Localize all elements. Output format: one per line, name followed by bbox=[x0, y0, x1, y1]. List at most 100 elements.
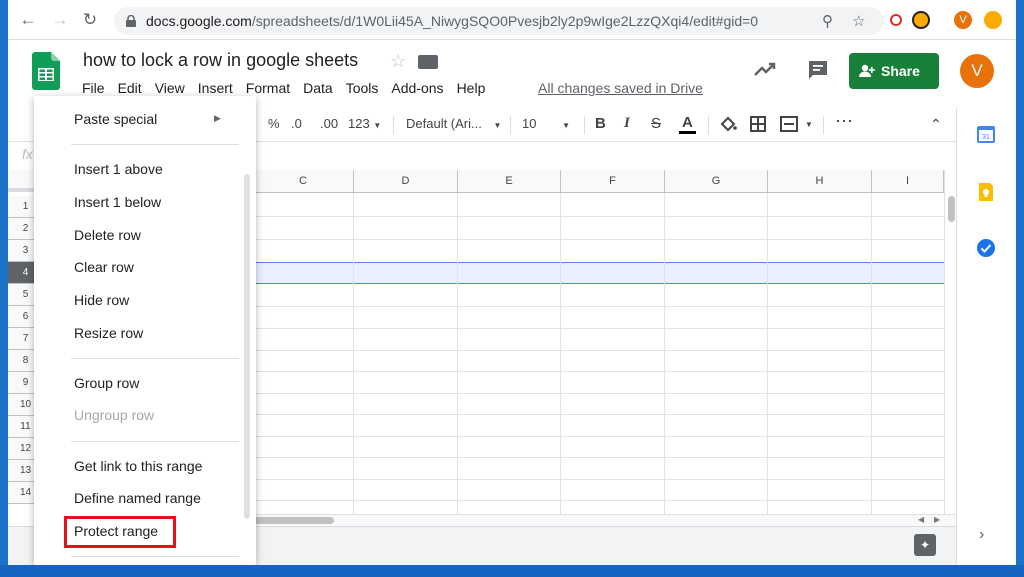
menu-item-resize-row[interactable]: Resize row bbox=[74, 325, 143, 341]
share-button[interactable]: Share bbox=[849, 53, 939, 89]
svg-text:31: 31 bbox=[982, 134, 990, 141]
italic-button[interactable]: I bbox=[624, 115, 630, 132]
side-panel: 31 › bbox=[956, 108, 1016, 565]
menu-item-paste-special[interactable]: Paste special bbox=[74, 111, 157, 127]
menu-data[interactable]: Data bbox=[303, 80, 333, 96]
extension-icon[interactable] bbox=[890, 14, 902, 26]
gridline bbox=[767, 193, 768, 515]
keep-icon[interactable] bbox=[976, 182, 996, 202]
vertical-scroll-thumb[interactable] bbox=[948, 196, 955, 222]
menu-edit[interactable]: Edit bbox=[118, 80, 142, 96]
explore-icon[interactable]: ✦ bbox=[914, 534, 936, 556]
gridline bbox=[664, 193, 665, 515]
menu-item-hide-row[interactable]: Hide row bbox=[74, 292, 129, 308]
desktop-taskbar bbox=[0, 565, 1024, 577]
gridline bbox=[871, 193, 872, 515]
toolbar-divider bbox=[393, 116, 394, 134]
menu-help[interactable]: Help bbox=[457, 80, 486, 96]
fill-color-icon[interactable] bbox=[719, 115, 737, 133]
menu-item-define-named-range[interactable]: Define named range bbox=[74, 490, 201, 506]
strikethrough-button[interactable]: S bbox=[651, 115, 661, 132]
column-header-f[interactable]: F bbox=[561, 170, 665, 193]
browser-window: ← → ↻ docs.google.com/spreadsheets/d/1W0… bbox=[8, 0, 1016, 565]
document-title[interactable]: how to lock a row in google sheets bbox=[83, 50, 358, 71]
borders-icon[interactable] bbox=[750, 116, 766, 132]
profile-avatar[interactable]: V bbox=[954, 11, 972, 29]
extension-globe-icon[interactable] bbox=[912, 11, 930, 29]
more-options-icon[interactable]: ⋯ bbox=[835, 111, 853, 132]
menu-scrollbar[interactable] bbox=[244, 174, 250, 519]
reload-icon[interactable]: ↻ bbox=[78, 8, 102, 32]
collapse-chevron-up-icon[interactable]: ⌃ bbox=[930, 116, 942, 133]
menu-divider bbox=[71, 358, 239, 359]
column-header-g[interactable]: G bbox=[665, 170, 768, 193]
menu-divider bbox=[71, 441, 239, 442]
menu-item-get-link[interactable]: Get link to this range bbox=[74, 458, 202, 474]
formula-fx-icon: fx bbox=[22, 146, 33, 162]
gridline bbox=[353, 193, 354, 515]
column-header-h[interactable]: H bbox=[768, 170, 872, 193]
address-bar[interactable]: docs.google.com/spreadsheets/d/1W0Lii45A… bbox=[114, 7, 884, 35]
text-color-button[interactable]: A bbox=[679, 115, 696, 134]
bookmark-star-icon[interactable]: ☆ bbox=[852, 12, 865, 30]
more-formats-dropdown[interactable]: 123 ▼ bbox=[348, 116, 381, 131]
menu-format[interactable]: Format bbox=[246, 80, 290, 96]
dropdown-caret-icon: ▼ bbox=[373, 121, 382, 130]
account-avatar[interactable]: V bbox=[960, 54, 994, 88]
forward-arrow-icon[interactable]: → bbox=[48, 8, 72, 32]
folder-icon[interactable] bbox=[418, 55, 438, 69]
increase-decimal-button[interactable]: .00 bbox=[320, 116, 338, 131]
vertical-scrollbar[interactable] bbox=[944, 170, 956, 515]
comments-icon[interactable] bbox=[807, 59, 829, 81]
menu-view[interactable]: View bbox=[155, 80, 185, 96]
lock-icon bbox=[126, 15, 136, 27]
back-arrow-icon[interactable]: ← bbox=[16, 8, 40, 32]
toolbar-divider bbox=[510, 116, 511, 134]
activity-trend-icon[interactable] bbox=[754, 62, 776, 76]
menu-item-insert-above[interactable]: Insert 1 above bbox=[74, 161, 163, 177]
share-label: Share bbox=[881, 63, 920, 79]
url-path: /spreadsheets/d/1W0Lii45A_NiwygSQO0Pvesj… bbox=[251, 13, 759, 29]
menu-item-delete-row[interactable]: Delete row bbox=[74, 227, 141, 243]
submenu-arrow-icon: ▶ bbox=[214, 113, 221, 123]
font-family-value: Default (Ari... bbox=[406, 116, 482, 131]
toolbar-divider bbox=[708, 116, 709, 134]
url-text: docs.google.com/spreadsheets/d/1W0Lii45A… bbox=[146, 13, 758, 29]
menu-tools[interactable]: Tools bbox=[346, 80, 379, 96]
save-status-link[interactable]: All changes saved in Drive bbox=[538, 80, 703, 96]
menu-item-group-row[interactable]: Group row bbox=[74, 375, 139, 391]
extension-badge-icon[interactable] bbox=[984, 11, 1002, 29]
people-icon bbox=[859, 64, 875, 77]
star-icon[interactable]: ☆ bbox=[390, 51, 406, 72]
scroll-left-arrow-icon[interactable]: ◀ bbox=[918, 515, 924, 524]
merge-cells-icon[interactable] bbox=[780, 116, 798, 132]
menu-addons[interactable]: Add-ons bbox=[391, 80, 443, 96]
toolbar-divider bbox=[584, 116, 585, 134]
menu-divider bbox=[71, 556, 239, 557]
zoom-icon[interactable]: ⚲ bbox=[822, 12, 833, 30]
scroll-right-arrow-icon[interactable]: ▶ bbox=[934, 515, 940, 524]
column-header-d[interactable]: D bbox=[354, 170, 458, 193]
bold-button[interactable]: B bbox=[595, 115, 606, 132]
column-header-i[interactable]: I bbox=[872, 170, 944, 193]
font-family-dropdown[interactable]: Default (Ari... ▼ bbox=[406, 116, 501, 131]
menu-file[interactable]: File bbox=[82, 80, 105, 96]
tasks-icon[interactable] bbox=[976, 238, 996, 258]
expand-panel-chevron-icon[interactable]: › bbox=[979, 526, 984, 544]
column-header-e[interactable]: E bbox=[458, 170, 561, 193]
format-percent-button[interactable]: % bbox=[268, 116, 280, 131]
merge-dropdown-caret-icon[interactable]: ▼ bbox=[805, 120, 813, 129]
menu-item-insert-below[interactable]: Insert 1 below bbox=[74, 194, 161, 210]
more-formats-label: 123 bbox=[348, 116, 370, 131]
decrease-decimal-button[interactable]: .0 bbox=[291, 116, 302, 131]
menu-item-ungroup-row: Ungroup row bbox=[74, 407, 155, 423]
column-header-c[interactable]: C bbox=[253, 170, 354, 193]
sheets-logo-icon[interactable] bbox=[32, 52, 60, 90]
dropdown-caret-icon: ▼ bbox=[562, 121, 571, 130]
menu-divider bbox=[71, 144, 239, 145]
calendar-icon[interactable]: 31 bbox=[976, 124, 996, 144]
menu-insert[interactable]: Insert bbox=[198, 80, 233, 96]
font-size-dropdown[interactable]: 10 ▼ bbox=[522, 116, 570, 131]
protect-range-highlight-box bbox=[64, 516, 176, 548]
menu-item-clear-row[interactable]: Clear row bbox=[74, 259, 134, 275]
